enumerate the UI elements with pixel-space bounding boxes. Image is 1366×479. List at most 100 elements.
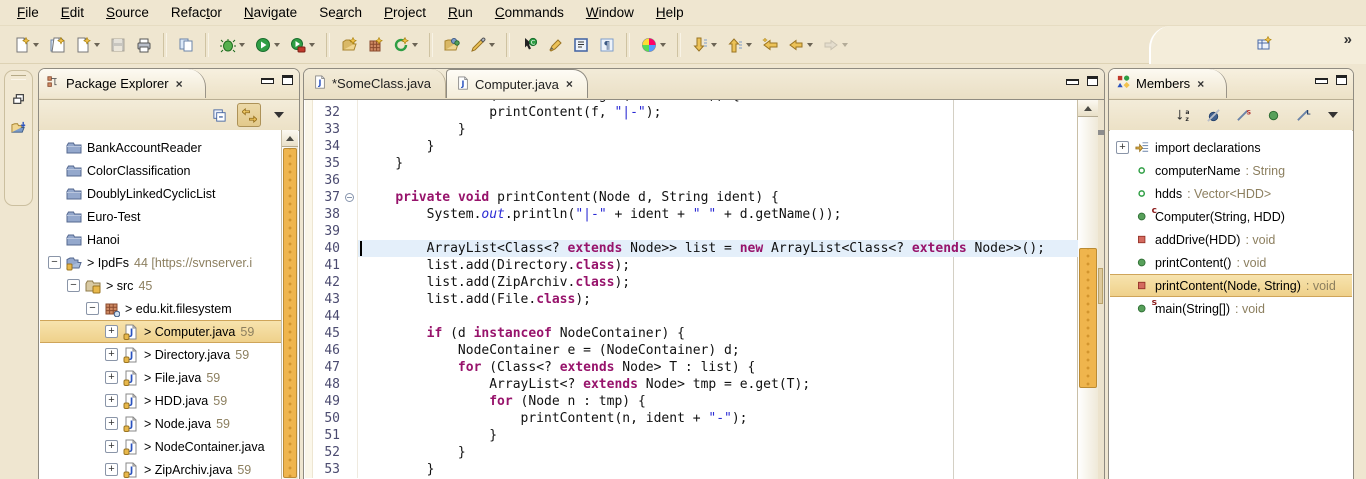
back-button[interactable]	[784, 33, 817, 57]
fold-ruler[interactable]	[343, 223, 358, 240]
code-line-45[interactable]: 45 if (d instanceof NodeContainer) {	[305, 325, 1078, 342]
fold-ruler[interactable]	[343, 308, 358, 325]
menu-search[interactable]: Search	[308, 2, 373, 23]
fold-ruler[interactable]	[343, 104, 358, 121]
dropdown-arrow-icon[interactable]	[746, 43, 752, 47]
fold-ruler[interactable]	[343, 206, 358, 223]
expand-icon[interactable]: +	[105, 394, 118, 407]
code-line-43[interactable]: 43 list.add(File.class);	[305, 291, 1078, 308]
collapse-fold-icon[interactable]	[345, 193, 354, 202]
new-java-class-button[interactable]	[389, 33, 422, 57]
maximize-icon[interactable]	[282, 75, 293, 85]
new-wizard-button[interactable]	[10, 33, 43, 57]
dropdown-arrow-icon[interactable]	[807, 43, 813, 47]
tree-item-edu.kit.filesystem[interactable]: −> edu.kit.filesystem	[40, 297, 282, 320]
dropdown-arrow-icon[interactable]	[239, 43, 245, 47]
save-button[interactable]	[106, 33, 130, 57]
dropdown-arrow-icon[interactable]	[842, 43, 848, 47]
menu-commands[interactable]: Commands	[484, 2, 575, 23]
fold-ruler[interactable]	[343, 257, 358, 274]
highlighter-button[interactable]	[543, 33, 567, 57]
code-line-44[interactable]: 44	[305, 308, 1078, 325]
code-line-40[interactable]: 40 ArrayList<Class<? extends Node>> list…	[305, 240, 1078, 257]
debug-button[interactable]	[216, 33, 249, 57]
forward-button[interactable]	[819, 33, 852, 57]
fold-ruler[interactable]	[343, 427, 358, 444]
fold-ruler[interactable]	[343, 155, 358, 172]
fold-ruler[interactable]	[343, 376, 358, 393]
fold-ruler[interactable]	[343, 121, 358, 138]
fold-ruler[interactable]	[343, 359, 358, 376]
code-line-37[interactable]: 37 private void printContent(Node d, Str…	[305, 189, 1078, 206]
show-selected-source-button[interactable]	[569, 33, 593, 57]
open-fastview-icon[interactable]	[9, 116, 29, 138]
collapse-icon[interactable]: −	[67, 279, 80, 292]
overview-marker[interactable]	[1098, 130, 1104, 135]
package-explorer-scrollbar[interactable]	[281, 130, 298, 479]
expand-icon[interactable]: +	[105, 348, 118, 361]
expand-icon[interactable]: +	[105, 417, 118, 430]
code-editor[interactable]: 31 for (File f : hdd.get(File.class)) {3…	[305, 100, 1078, 479]
tree-item-bankaccountreader[interactable]: BankAccountReader	[40, 136, 282, 159]
code-line-47[interactable]: 47 for (Class<? extends Node> T : list) …	[305, 359, 1078, 376]
fold-ruler[interactable]	[343, 274, 358, 291]
menu-help[interactable]: Help	[645, 2, 695, 23]
menu-project[interactable]: Project	[373, 2, 437, 23]
menu-run[interactable]: Run	[437, 2, 484, 23]
collapse-icon[interactable]: −	[86, 302, 99, 315]
maximize-icon[interactable]	[1087, 76, 1098, 86]
scrollbar-thumb[interactable]	[283, 148, 297, 478]
scroll-up-icon[interactable]	[282, 130, 298, 147]
run-button[interactable]	[251, 33, 284, 57]
code-line-41[interactable]: 41 list.add(Directory.class);	[305, 257, 1078, 274]
member-printcontent-node-string[interactable]: printContent(Node, String) : void	[1110, 274, 1352, 297]
dropdown-arrow-icon[interactable]	[412, 43, 418, 47]
code-line-38[interactable]: 38 System.out.println("|-" + ident + " "…	[305, 206, 1078, 223]
member-main-string[interactable]: smain(String[]) : void	[1110, 297, 1352, 320]
tree-item-euro-test[interactable]: Euro-Test	[40, 205, 282, 228]
hide-local-types-icon[interactable]: L	[1291, 103, 1315, 127]
tree-item-node.java[interactable]: +J> Node.java59	[40, 412, 282, 435]
new-document-button[interactable]	[71, 33, 104, 57]
last-edit-location-button[interactable]	[758, 33, 782, 57]
code-line-50[interactable]: 50 printContent(n, ident + "-");	[305, 410, 1078, 427]
menu-refactor[interactable]: Refactor	[160, 2, 233, 23]
fold-ruler[interactable]	[343, 138, 358, 155]
menu-window[interactable]: Window	[575, 2, 645, 23]
next-annotation-button[interactable]	[688, 33, 721, 57]
fold-ruler[interactable]	[343, 393, 358, 410]
view-menu-icon[interactable]	[267, 103, 291, 127]
hide-fields-icon[interactable]	[1201, 103, 1225, 127]
editor-scrollbar[interactable]	[1077, 100, 1098, 479]
overview-range-marker[interactable]	[1098, 268, 1103, 304]
member-printcontent[interactable]: printContent() : void	[1110, 251, 1352, 274]
tree-item-hanoi[interactable]: Hanoi	[40, 228, 282, 251]
fold-ruler[interactable]	[343, 325, 358, 342]
fold-ruler[interactable]	[343, 444, 358, 461]
close-icon[interactable]: ×	[176, 77, 183, 91]
code-line-42[interactable]: 42 list.add(ZipArchiv.class);	[305, 274, 1078, 291]
close-icon[interactable]: ×	[566, 77, 573, 91]
fold-ruler[interactable]	[343, 461, 358, 478]
minimize-icon[interactable]	[1315, 78, 1328, 84]
dropdown-arrow-icon[interactable]	[94, 43, 100, 47]
expand-icon[interactable]: +	[105, 325, 118, 338]
editor-tab-someclass.java[interactable]: J*SomeClass.java	[304, 69, 446, 98]
open-resource-button[interactable]	[440, 33, 464, 57]
color-palette-button[interactable]	[637, 33, 670, 57]
code-line-51[interactable]: 51 }	[305, 427, 1078, 444]
show-whitespace-button[interactable]: ¶	[595, 33, 619, 57]
collapse-icon[interactable]: −	[48, 256, 61, 269]
fold-ruler[interactable]	[343, 291, 358, 308]
code-line-52[interactable]: 52 }	[305, 444, 1078, 461]
dropdown-arrow-icon[interactable]	[711, 43, 717, 47]
member-adddrive-hdd[interactable]: addDrive(HDD) : void	[1110, 228, 1352, 251]
expand-icon[interactable]: +	[1116, 141, 1129, 154]
menu-file[interactable]: File	[6, 2, 50, 23]
code-line-36[interactable]: 36	[305, 172, 1078, 189]
minimize-icon[interactable]	[261, 78, 274, 84]
menu-edit[interactable]: Edit	[50, 2, 95, 23]
member-hdds[interactable]: hdds : Vector<HDD>	[1110, 182, 1352, 205]
tree-item-ipdfs[interactable]: −> IpdFs44 [https://svnserver.i	[40, 251, 282, 274]
dropdown-arrow-icon[interactable]	[33, 43, 39, 47]
